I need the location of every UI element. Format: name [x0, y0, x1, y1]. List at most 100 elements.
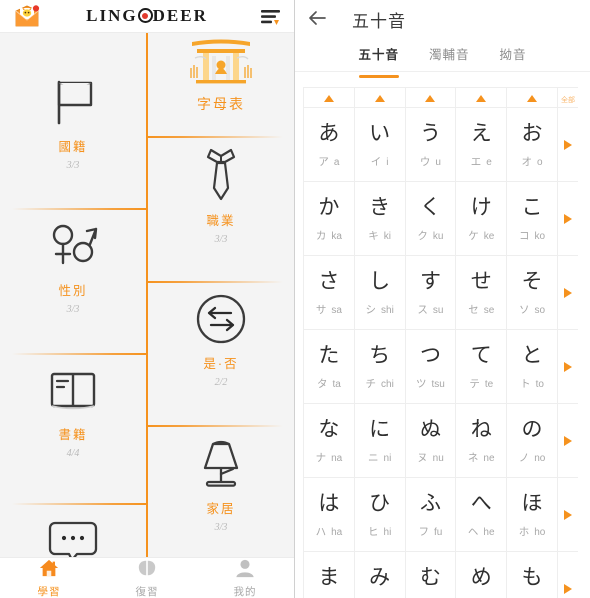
kana-romaji: ho: [534, 527, 546, 539]
kana-cell[interactable]: うウu: [404, 107, 457, 182]
kana-cell[interactable]: ほホ ho: [506, 477, 558, 552]
kana-cell[interactable]: ひヒ hi: [353, 477, 406, 552]
kana-cell[interactable]: えエe: [455, 107, 508, 182]
kana-cell[interactable]: てテ te: [455, 329, 508, 404]
lesson-card-guoji[interactable]: 國籍 3/3: [0, 71, 146, 171]
row-play-button[interactable]: [556, 107, 578, 182]
kana-cell[interactable]: むムmu: [404, 551, 457, 598]
row-play-button[interactable]: [556, 403, 578, 478]
tab-dakuon[interactable]: 濁輔音: [429, 37, 470, 71]
row-play-button[interactable]: [556, 329, 578, 404]
kana-reading: ニ ni: [355, 450, 405, 465]
lesson-card-shifou[interactable]: 是·否 2/2: [147, 288, 294, 388]
kana-hiragana: い: [369, 121, 391, 145]
play-triangle-icon: [563, 213, 572, 224]
kana-cell[interactable]: さサ sa: [303, 255, 355, 330]
kana-hiragana: ね: [470, 417, 492, 441]
lesson-progress: 3/3: [66, 304, 80, 315]
tab-profile[interactable]: 我的: [196, 558, 294, 598]
kana-cell[interactable]: とト to: [506, 329, 558, 404]
kana-cell[interactable]: かカ ka: [303, 181, 355, 256]
kana-cell[interactable]: はハ ha: [303, 477, 355, 552]
kana-cell[interactable]: ねネ ne: [455, 403, 508, 478]
kana-romaji: chi: [381, 379, 394, 391]
kana-cell[interactable]: へヘ he: [455, 477, 508, 552]
kana-cell[interactable]: ちチ chi: [353, 329, 406, 404]
back-arrow-icon[interactable]: [306, 7, 328, 29]
lesson-card-zimubiao[interactable]: 字母表: [147, 29, 294, 119]
kana-cell[interactable]: のノ no: [506, 403, 558, 478]
lesson-progress: 4/4: [66, 448, 80, 459]
kana-cell[interactable]: おオo: [506, 107, 558, 182]
kana-cell[interactable]: ふフ fu: [404, 477, 457, 552]
kana-cell[interactable]: こコ ko: [506, 181, 558, 256]
kana-romaji: to: [535, 379, 544, 391]
lesson-progress: 3/3: [214, 522, 228, 533]
row-play-button[interactable]: [556, 477, 578, 552]
kana-cell[interactable]: そソ so: [506, 255, 558, 330]
column-sort-u[interactable]: [404, 87, 457, 108]
kana-romaji: i: [386, 157, 389, 169]
kana-hiragana: ま: [318, 565, 340, 589]
row-play-button[interactable]: [556, 181, 578, 256]
column-sort-a[interactable]: [303, 87, 355, 108]
kana-cell[interactable]: めメme: [455, 551, 508, 598]
lesson-card-jiaju[interactable]: 家居 3/3: [147, 433, 294, 533]
kana-reading: オo: [507, 154, 557, 169]
kana-hiragana: ほ: [521, 491, 543, 515]
tab-youon[interactable]: 拗音: [500, 37, 527, 71]
kana-cell[interactable]: もモmo: [506, 551, 558, 598]
kana-cell[interactable]: すス su: [404, 255, 457, 330]
lesson-card-xingbie[interactable]: 性別 3/3: [0, 215, 146, 315]
lesson-name: 字母表: [197, 96, 245, 112]
column-sort-o[interactable]: [506, 87, 558, 108]
lesson-divider: [147, 281, 283, 283]
lesson-grid: 國籍 3/3 性別 3/3 書籍 4/4 字母表 職業 3/3 是·否 2/2 …: [0, 33, 294, 572]
kana-cell[interactable]: けケ ke: [455, 181, 508, 256]
kana-cell[interactable]: しシ shi: [353, 255, 406, 330]
lesson-name: 職業: [206, 214, 236, 228]
kana-cell[interactable]: あアa: [303, 107, 355, 182]
kana-hiragana: に: [369, 417, 391, 441]
kana-cell[interactable]: せセ se: [455, 255, 508, 330]
kana-katakana: ハ: [315, 526, 327, 539]
kana-katakana: ス: [417, 304, 428, 317]
hamburger-menu-icon[interactable]: [261, 9, 280, 25]
kana-cell[interactable]: なナ na: [303, 403, 355, 478]
tab-gojuon[interactable]: 五十音: [358, 37, 399, 71]
kana-katakana: ネ: [467, 452, 479, 465]
kana-cell[interactable]: ぬヌ nu: [404, 403, 457, 478]
kana-romaji: o: [536, 157, 543, 169]
kana-cell[interactable]: にニ ni: [353, 403, 406, 478]
tab-learn[interactable]: 學習: [0, 558, 98, 598]
kana-cell[interactable]: くク ku: [404, 181, 457, 256]
kana-cell[interactable]: いイi: [353, 107, 406, 182]
kana-katakana: ヒ: [368, 526, 379, 539]
kana-cell[interactable]: みミmi: [353, 551, 406, 598]
kana-reading: コ ko: [507, 228, 557, 243]
lesson-card-shuji[interactable]: 書籍 4/4: [0, 359, 146, 459]
kana-romaji: nu: [432, 453, 444, 465]
sort-triangle-icon: [425, 94, 436, 102]
lesson-card-zhiye[interactable]: 職業 3/3: [147, 145, 294, 245]
kana-reading: タ ta: [304, 376, 354, 391]
kana-reading: ネ ne: [456, 450, 506, 465]
kana-katakana: ヌ: [417, 452, 428, 465]
kana-cell[interactable]: まマma: [303, 551, 355, 598]
kana-reading: ク ku: [406, 228, 456, 243]
kana-reading: フ fu: [406, 524, 456, 539]
tab-review[interactable]: 復習: [98, 558, 196, 598]
row-play-button[interactable]: [556, 551, 578, 598]
kana-cell[interactable]: つツ tsu: [404, 329, 457, 404]
kana-katakana: キ: [368, 230, 379, 243]
lesson-divider: [12, 503, 146, 505]
kana-romaji: no: [534, 453, 546, 465]
play-all-button[interactable]: 全部: [556, 87, 578, 108]
column-sort-e[interactable]: [455, 87, 508, 108]
column-sort-i[interactable]: [353, 87, 406, 108]
kana-cell[interactable]: きキ ki: [353, 181, 406, 256]
kana-reading: ハ ha: [304, 524, 354, 539]
row-play-button[interactable]: [556, 255, 578, 330]
kana-table-wrapper[interactable]: 全部 あア a いイ i うウ u えエ e おオ o かカ ka きキ ki くク ku けケ ke こコ ko さサ…: [303, 87, 578, 598]
kana-cell[interactable]: たタ ta: [303, 329, 355, 404]
